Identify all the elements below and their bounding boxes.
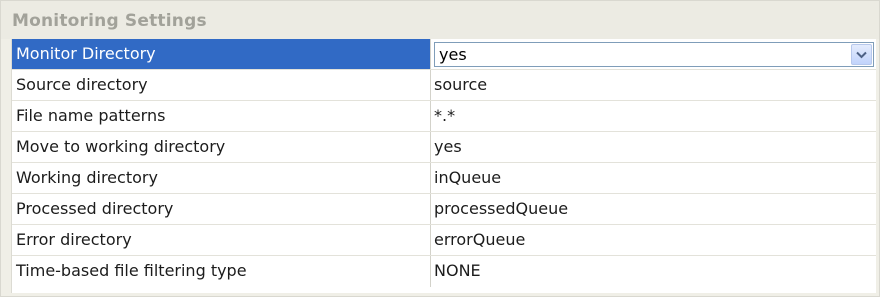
section-header[interactable]: Monitoring Settings [1, 1, 879, 39]
property-name[interactable]: Processed directory [12, 194, 431, 224]
property-grid: Monitor Directory yes Source directory s… [11, 39, 876, 293]
property-value[interactable]: yes [431, 132, 876, 162]
property-value-cell[interactable]: yes [431, 39, 876, 69]
property-row-file-name-patterns[interactable]: File name patterns *.* [12, 101, 876, 132]
property-value[interactable]: source [431, 70, 876, 100]
combo-value: yes [439, 45, 467, 64]
property-name[interactable]: Move to working directory [12, 132, 431, 162]
property-row-time-based-file-filtering-type[interactable]: Time-based file filtering type NONE [12, 256, 876, 287]
property-row-monitor-directory[interactable]: Monitor Directory yes [12, 39, 876, 70]
chevron-down-icon [856, 51, 867, 59]
property-value[interactable]: errorQueue [431, 225, 876, 255]
property-name[interactable]: Source directory [12, 70, 431, 100]
combo-dropdown-button[interactable] [851, 44, 872, 65]
property-name[interactable]: Monitor Directory [12, 39, 431, 69]
property-name[interactable]: Time-based file filtering type [12, 256, 431, 287]
property-row-processed-directory[interactable]: Processed directory processedQueue [12, 194, 876, 225]
property-value[interactable]: NONE [431, 256, 876, 287]
property-row-working-directory[interactable]: Working directory inQueue [12, 163, 876, 194]
property-value[interactable]: *.* [431, 101, 876, 131]
property-value[interactable]: processedQueue [431, 194, 876, 224]
property-value[interactable]: inQueue [431, 163, 876, 193]
property-row-error-directory[interactable]: Error directory errorQueue [12, 225, 876, 256]
property-name[interactable]: File name patterns [12, 101, 431, 131]
property-name[interactable]: Error directory [12, 225, 431, 255]
properties-panel: Monitoring Settings Monitor Directory ye… [0, 0, 880, 297]
property-row-move-to-working-directory[interactable]: Move to working directory yes [12, 132, 876, 163]
property-row-source-directory[interactable]: Source directory source [12, 70, 876, 101]
section-title: Monitoring Settings [12, 11, 207, 31]
property-name[interactable]: Working directory [12, 163, 431, 193]
monitor-directory-combo[interactable]: yes [434, 42, 874, 67]
